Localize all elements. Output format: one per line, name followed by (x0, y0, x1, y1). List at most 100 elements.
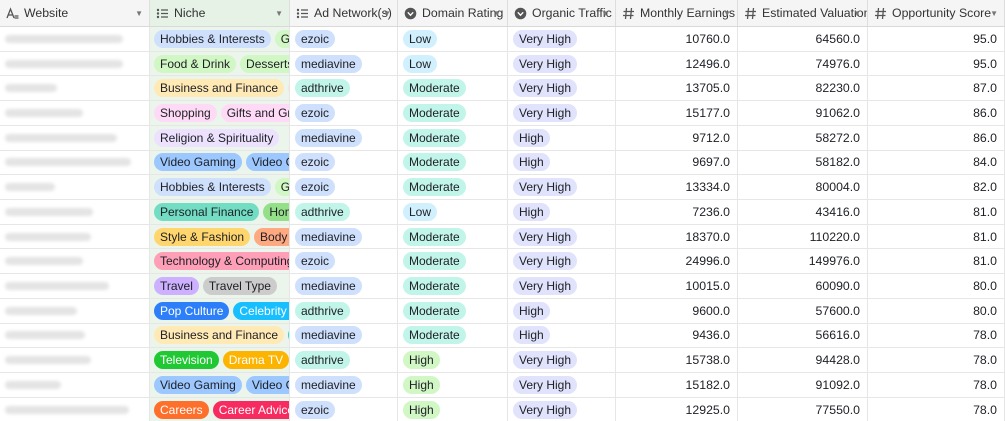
ad-network-cell[interactable]: ezoic (290, 27, 398, 51)
niche-cell[interactable]: Hobbies & InterestsGam (150, 175, 290, 200)
domain-rating-cell[interactable]: Moderate (398, 224, 508, 249)
opportunity-score-cell[interactable]: 87.0 (868, 76, 1005, 101)
table-row[interactable]: Personal FinanceHome L adthrive Low High 723… (0, 200, 1005, 225)
website-cell[interactable] (0, 200, 150, 224)
estimated-valuation-cell[interactable]: 43416.0 (738, 200, 868, 224)
opportunity-score-cell[interactable]: 95.0 (868, 27, 1005, 51)
table-row[interactable]: Business and FinanceInc adthrive Moderate V… (0, 76, 1005, 102)
ad-network-cell[interactable]: adthrive (290, 76, 398, 101)
niche-cell[interactable]: Technology & Computing (150, 249, 290, 274)
monthly-earnings-cell[interactable]: 9697.0 (616, 150, 738, 175)
domain-rating-cell[interactable]: High (398, 373, 508, 397)
niche-cell[interactable]: Careers Career Advice (150, 397, 290, 421)
opportunity-score-cell[interactable]: 80.0 (868, 298, 1005, 323)
table-row[interactable]: Religion & SpiritualityAst mediavine Moder… (0, 125, 1005, 151)
website-cell[interactable] (0, 373, 150, 397)
opportunity-score-cell[interactable]: 82.0 (868, 175, 1005, 200)
chevron-down-icon[interactable]: ▼ (135, 9, 143, 18)
organic-traffic-cell[interactable]: Very High (508, 27, 616, 51)
website-cell[interactable] (0, 224, 150, 249)
monthly-earnings-cell[interactable]: 24996.0 (616, 249, 738, 274)
table-row[interactable]: Technology & Computing ezoic Moderate Very … (0, 249, 1005, 275)
estimated-valuation-cell[interactable]: 58272.0 (738, 125, 868, 150)
opportunity-score-cell[interactable]: 80.0 (868, 274, 1005, 298)
estimated-valuation-cell[interactable]: 58182.0 (738, 150, 868, 175)
website-cell[interactable] (0, 397, 150, 421)
estimated-valuation-cell[interactable]: 64560.0 (738, 27, 868, 51)
opportunity-score-cell[interactable]: 81.0 (868, 200, 1005, 224)
estimated-valuation-cell[interactable]: 149976.0 (738, 249, 868, 274)
chevron-down-icon[interactable]: ▼ (601, 9, 609, 18)
column-header-opportunity-score[interactable]: Opportunity Score ▼ (868, 0, 1005, 26)
table-row[interactable]: Business and FinanceEc mediavine Moderate H… (0, 323, 1005, 349)
organic-traffic-cell[interactable]: Very High (508, 397, 616, 421)
domain-rating-cell[interactable]: High (398, 348, 508, 373)
estimated-valuation-cell[interactable]: 91062.0 (738, 101, 868, 125)
niche-cell[interactable]: Religion & SpiritualityAst (150, 125, 290, 150)
ad-network-cell[interactable]: ezoic (290, 249, 398, 274)
niche-cell[interactable]: ShoppingGifts and Greet (150, 101, 290, 125)
chevron-down-icon[interactable]: ▼ (383, 9, 391, 18)
chevron-down-icon[interactable]: ▼ (723, 9, 731, 18)
opportunity-score-cell[interactable]: 86.0 (868, 101, 1005, 125)
estimated-valuation-cell[interactable]: 74976.0 (738, 51, 868, 76)
website-cell[interactable] (0, 298, 150, 323)
table-row[interactable]: Careers Career Advice ezoic High Very High 12… (0, 397, 1005, 421)
chevron-down-icon[interactable]: ▼ (275, 9, 283, 18)
column-header-monthly-earnings[interactable]: Monthly Earnings ▼ (616, 0, 738, 26)
ad-network-cell[interactable]: adthrive (290, 298, 398, 323)
monthly-earnings-cell[interactable]: 15738.0 (616, 348, 738, 373)
table-row[interactable]: Video GamingVideo Gam mediavine High Very H… (0, 373, 1005, 398)
table-row[interactable]: Food & DrinkDesserts an mediavine Low Very … (0, 51, 1005, 77)
estimated-valuation-cell[interactable]: 110220.0 (738, 224, 868, 249)
domain-rating-cell[interactable]: Moderate (398, 298, 508, 323)
opportunity-score-cell[interactable]: 78.0 (868, 373, 1005, 397)
niche-cell[interactable]: Personal FinanceHome L (150, 200, 290, 224)
chevron-down-icon[interactable]: ▼ (853, 9, 861, 18)
niche-cell[interactable]: Hobbies & InterestsGam (150, 27, 290, 51)
domain-rating-cell[interactable]: Moderate (398, 76, 508, 101)
opportunity-score-cell[interactable]: 81.0 (868, 224, 1005, 249)
opportunity-score-cell[interactable]: 78.0 (868, 323, 1005, 348)
niche-cell[interactable]: Style & FashionBody Art (150, 224, 290, 249)
ad-network-cell[interactable]: mediavine (290, 274, 398, 298)
website-cell[interactable] (0, 323, 150, 348)
table-row[interactable]: Pop CultureCelebrity Fan adthrive Moderate… (0, 298, 1005, 324)
organic-traffic-cell[interactable]: Very High (508, 348, 616, 373)
organic-traffic-cell[interactable]: Very High (508, 274, 616, 298)
niche-cell[interactable]: Travel Travel Type (150, 274, 290, 298)
domain-rating-cell[interactable]: High (398, 397, 508, 421)
estimated-valuation-cell[interactable]: 77550.0 (738, 397, 868, 421)
organic-traffic-cell[interactable]: High (508, 200, 616, 224)
domain-rating-cell[interactable]: Moderate (398, 274, 508, 298)
domain-rating-cell[interactable]: Low (398, 51, 508, 76)
organic-traffic-cell[interactable]: High (508, 323, 616, 348)
opportunity-score-cell[interactable]: 81.0 (868, 249, 1005, 274)
chevron-down-icon[interactable]: ▼ (493, 9, 501, 18)
table-row[interactable]: ShoppingGifts and Greet ezoic Moderate Very… (0, 101, 1005, 126)
column-header-domain-rating[interactable]: Domain Rating ▼ (398, 0, 508, 26)
domain-rating-cell[interactable]: Moderate (398, 125, 508, 150)
domain-rating-cell[interactable]: Moderate (398, 323, 508, 348)
chevron-down-icon[interactable]: ▼ (990, 9, 998, 18)
domain-rating-cell[interactable]: Moderate (398, 175, 508, 200)
niche-cell[interactable]: Television Drama TV (150, 348, 290, 373)
monthly-earnings-cell[interactable]: 15182.0 (616, 373, 738, 397)
organic-traffic-cell[interactable]: High (508, 298, 616, 323)
niche-cell[interactable]: Video GamingVideo Gam (150, 373, 290, 397)
opportunity-score-cell[interactable]: 95.0 (868, 51, 1005, 76)
estimated-valuation-cell[interactable]: 91092.0 (738, 373, 868, 397)
monthly-earnings-cell[interactable]: 18370.0 (616, 224, 738, 249)
opportunity-score-cell[interactable]: 78.0 (868, 397, 1005, 421)
monthly-earnings-cell[interactable]: 13334.0 (616, 175, 738, 200)
organic-traffic-cell[interactable]: Very High (508, 224, 616, 249)
monthly-earnings-cell[interactable]: 9712.0 (616, 125, 738, 150)
organic-traffic-cell[interactable]: Very High (508, 51, 616, 76)
domain-rating-cell[interactable]: Moderate (398, 101, 508, 125)
website-cell[interactable] (0, 274, 150, 298)
organic-traffic-cell[interactable]: High (508, 150, 616, 175)
ad-network-cell[interactable]: ezoic (290, 150, 398, 175)
estimated-valuation-cell[interactable]: 57600.0 (738, 298, 868, 323)
website-cell[interactable] (0, 175, 150, 200)
organic-traffic-cell[interactable]: Very High (508, 373, 616, 397)
